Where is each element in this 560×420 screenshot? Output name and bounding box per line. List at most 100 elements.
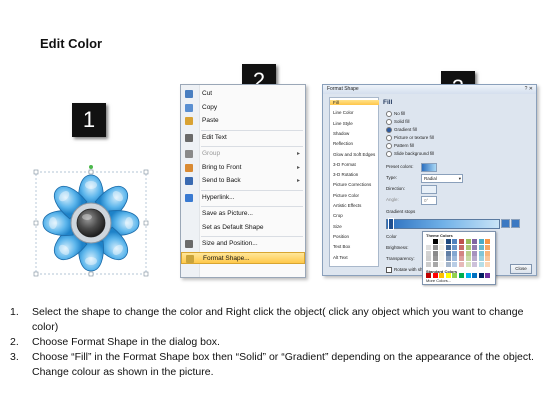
- nav-item-text-box[interactable]: Text Box: [333, 244, 350, 249]
- nav-item-shadow[interactable]: Shadow: [333, 131, 349, 136]
- angle-spinner[interactable]: 0°: [421, 196, 437, 205]
- fill-option-slide-background-fill[interactable]: Slide background fill: [386, 151, 434, 157]
- standard-color-swatch[interactable]: [472, 273, 478, 278]
- color-swatch[interactable]: [426, 262, 431, 268]
- menu-item-hyperlink[interactable]: Hyperlink...: [181, 192, 305, 204]
- fill-option-no-fill[interactable]: No fill: [386, 111, 405, 117]
- color-swatch[interactable]: [439, 262, 445, 268]
- nav-item-3-d-format[interactable]: 3-D Format: [333, 162, 356, 167]
- color-swatch[interactable]: [478, 244, 484, 250]
- menu-item-size-and-position[interactable]: Size and Position...: [181, 238, 305, 250]
- color-swatch[interactable]: [459, 256, 464, 262]
- color-swatch[interactable]: [478, 239, 484, 244]
- preset-colors-dropdown[interactable]: [421, 163, 437, 172]
- color-swatch[interactable]: [426, 244, 431, 250]
- menu-item-edit-text[interactable]: Edit Text: [181, 132, 305, 144]
- nav-item-picture-color[interactable]: Picture Color: [333, 193, 359, 198]
- color-swatch[interactable]: [478, 250, 484, 256]
- remove-stop-button[interactable]: [511, 219, 520, 228]
- direction-dropdown[interactable]: [421, 185, 437, 194]
- menu-item-cut[interactable]: Cut: [181, 88, 305, 100]
- color-swatch[interactable]: [445, 262, 451, 268]
- menu-item-paste[interactable]: Paste: [181, 115, 305, 127]
- color-swatch[interactable]: [426, 239, 431, 244]
- menu-item-group[interactable]: Group ▸: [181, 148, 305, 160]
- standard-color-swatch[interactable]: [465, 273, 471, 278]
- add-stop-button[interactable]: [501, 219, 510, 228]
- type-dropdown[interactable]: Radial ▾: [421, 174, 463, 183]
- radio-icon[interactable]: [386, 135, 392, 141]
- radio-icon[interactable]: [386, 143, 392, 149]
- standard-color-swatch[interactable]: [459, 273, 464, 278]
- nav-item-alt-text[interactable]: Alt Text: [333, 255, 348, 260]
- color-swatch[interactable]: [445, 256, 451, 262]
- color-swatch[interactable]: [439, 244, 445, 250]
- nav-item-picture-corrections[interactable]: Picture Corrections: [333, 182, 371, 187]
- color-swatch[interactable]: [478, 262, 484, 268]
- color-swatch[interactable]: [439, 239, 445, 244]
- color-swatch[interactable]: [478, 256, 484, 262]
- nav-item-glow-and-soft-edges[interactable]: Glow and Soft Edges: [333, 152, 375, 157]
- standard-color-swatch[interactable]: [452, 273, 458, 278]
- menu-item-format-shape[interactable]: Format Shape...: [181, 251, 305, 264]
- fill-option-picture-or-texture-fill[interactable]: Picture or texture fill: [386, 135, 434, 141]
- close-button[interactable]: Close: [510, 264, 532, 274]
- color-swatch[interactable]: [485, 262, 491, 268]
- radio-icon[interactable]: [386, 111, 392, 117]
- menu-item-bring-to-front[interactable]: Bring to Front ▸: [181, 162, 305, 174]
- radio-icon[interactable]: [386, 119, 392, 125]
- color-swatch[interactable]: [485, 244, 491, 250]
- color-swatch[interactable]: [452, 239, 458, 244]
- color-swatch[interactable]: [445, 244, 451, 250]
- color-swatch[interactable]: [445, 239, 451, 244]
- color-swatch[interactable]: [472, 239, 478, 244]
- color-swatch[interactable]: [472, 244, 478, 250]
- nav-item-artistic-effects[interactable]: Artistic Effects: [333, 203, 361, 208]
- color-swatch[interactable]: [432, 244, 438, 250]
- color-swatch[interactable]: [465, 244, 471, 250]
- color-swatch[interactable]: [472, 256, 478, 262]
- gradient-stops-bar[interactable]: [386, 219, 500, 229]
- color-swatch[interactable]: [459, 244, 464, 250]
- color-swatch[interactable]: [465, 262, 471, 268]
- menu-item-set-as-default-shape[interactable]: Set as Default Shape: [181, 222, 305, 234]
- help-close-icons[interactable]: ? ✕: [525, 86, 533, 92]
- nav-item-position[interactable]: Position: [333, 234, 349, 239]
- color-swatch[interactable]: [472, 250, 478, 256]
- standard-color-swatch[interactable]: [478, 273, 484, 278]
- nav-item-line-style[interactable]: Line Style: [333, 121, 353, 126]
- color-swatch[interactable]: [465, 239, 471, 244]
- checkbox-icon[interactable]: [386, 267, 392, 273]
- fill-option-gradient-fill[interactable]: Gradient fill: [386, 127, 417, 133]
- color-swatch[interactable]: [459, 262, 464, 268]
- nav-item-fill[interactable]: Fill: [330, 100, 379, 105]
- color-swatch[interactable]: [439, 256, 445, 262]
- color-swatch[interactable]: [485, 239, 491, 244]
- color-swatch[interactable]: [432, 239, 438, 244]
- nav-item-3-d-rotation[interactable]: 3-D Rotation: [333, 172, 358, 177]
- gradient-stop-handle[interactable]: [388, 218, 394, 230]
- color-swatch[interactable]: [452, 256, 458, 262]
- flower-shape-example[interactable]: [28, 162, 154, 280]
- nav-item-line-color[interactable]: Line Color: [333, 110, 354, 115]
- color-swatch[interactable]: [485, 256, 491, 262]
- color-swatch[interactable]: [452, 262, 458, 268]
- more-colors-link[interactable]: More Colors...: [426, 278, 451, 283]
- menu-item-send-to-back[interactable]: Send to Back ▸: [181, 175, 305, 187]
- nav-item-size[interactable]: Size: [333, 224, 342, 229]
- fill-option-solid-fill[interactable]: Solid fill: [386, 119, 410, 125]
- color-swatch[interactable]: [432, 256, 438, 262]
- color-swatch[interactable]: [439, 250, 445, 256]
- menu-item-copy[interactable]: Copy: [181, 102, 305, 114]
- color-swatch[interactable]: [472, 262, 478, 268]
- color-swatch[interactable]: [432, 262, 438, 268]
- radio-icon[interactable]: [386, 127, 392, 133]
- color-swatch[interactable]: [432, 250, 438, 256]
- color-swatch[interactable]: [459, 250, 464, 256]
- color-swatch[interactable]: [452, 250, 458, 256]
- standard-color-swatch[interactable]: [485, 273, 491, 278]
- color-swatch[interactable]: [426, 256, 431, 262]
- fill-option-pattern-fill[interactable]: Pattern fill: [386, 143, 414, 149]
- nav-item-reflection[interactable]: Reflection: [333, 141, 353, 146]
- menu-item-save-as-picture[interactable]: Save as Picture...: [181, 208, 305, 220]
